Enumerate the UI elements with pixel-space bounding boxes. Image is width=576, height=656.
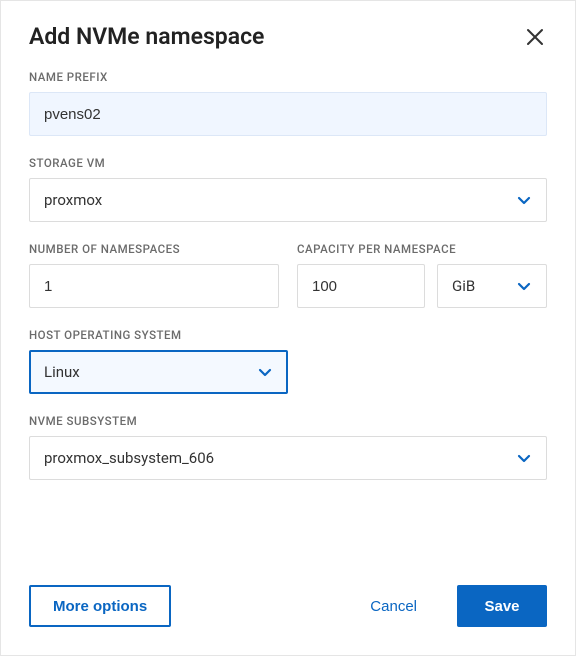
name-prefix-group: NAME PREFIX [29,70,547,136]
dialog-header: Add NVMe namespace [29,23,547,50]
capacity-label: CAPACITY PER NAMESPACE [297,242,547,256]
cancel-button[interactable]: Cancel [348,585,439,627]
dialog-title: Add NVMe namespace [29,23,264,50]
host-os-group: HOST OPERATING SYSTEM Linux [29,328,547,394]
chevron-down-icon [516,192,532,208]
nvme-subsystem-label: NVME SUBSYSTEM [29,414,547,428]
num-namespaces-group: NUMBER OF NAMESPACES [29,242,279,308]
nvme-subsystem-group: NVME SUBSYSTEM proxmox_subsystem_606 [29,414,547,480]
name-prefix-label: NAME PREFIX [29,70,547,84]
capacity-unit-value: GiB [452,277,475,295]
host-os-select[interactable]: Linux [29,350,288,394]
storage-vm-group: STORAGE VM proxmox [29,156,547,222]
chevron-down-icon [257,364,273,380]
host-os-label: HOST OPERATING SYSTEM [29,328,547,342]
close-icon[interactable] [523,25,547,49]
nvme-subsystem-value: proxmox_subsystem_606 [44,449,214,467]
more-options-button[interactable]: More options [29,585,171,627]
capacity-group: CAPACITY PER NAMESPACE GiB [297,242,547,308]
num-namespaces-label: NUMBER OF NAMESPACES [29,242,279,256]
save-button[interactable]: Save [457,585,547,627]
nvme-subsystem-select[interactable]: proxmox_subsystem_606 [29,436,547,480]
storage-vm-select[interactable]: proxmox [29,178,547,222]
chevron-down-icon [516,450,532,466]
dialog-footer: More options Cancel Save [29,585,547,627]
capacity-unit-select[interactable]: GiB [437,264,547,308]
num-namespaces-input[interactable] [29,264,279,308]
chevron-down-icon [516,278,532,294]
add-nvme-namespace-dialog: Add NVMe namespace NAME PREFIX STORAGE V… [1,1,575,655]
storage-vm-value: proxmox [44,191,102,209]
capacity-input[interactable] [297,264,425,308]
host-os-value: Linux [44,363,80,381]
name-prefix-input[interactable] [29,92,547,136]
storage-vm-label: STORAGE VM [29,156,547,170]
count-capacity-row: NUMBER OF NAMESPACES CAPACITY PER NAMESP… [29,242,547,308]
